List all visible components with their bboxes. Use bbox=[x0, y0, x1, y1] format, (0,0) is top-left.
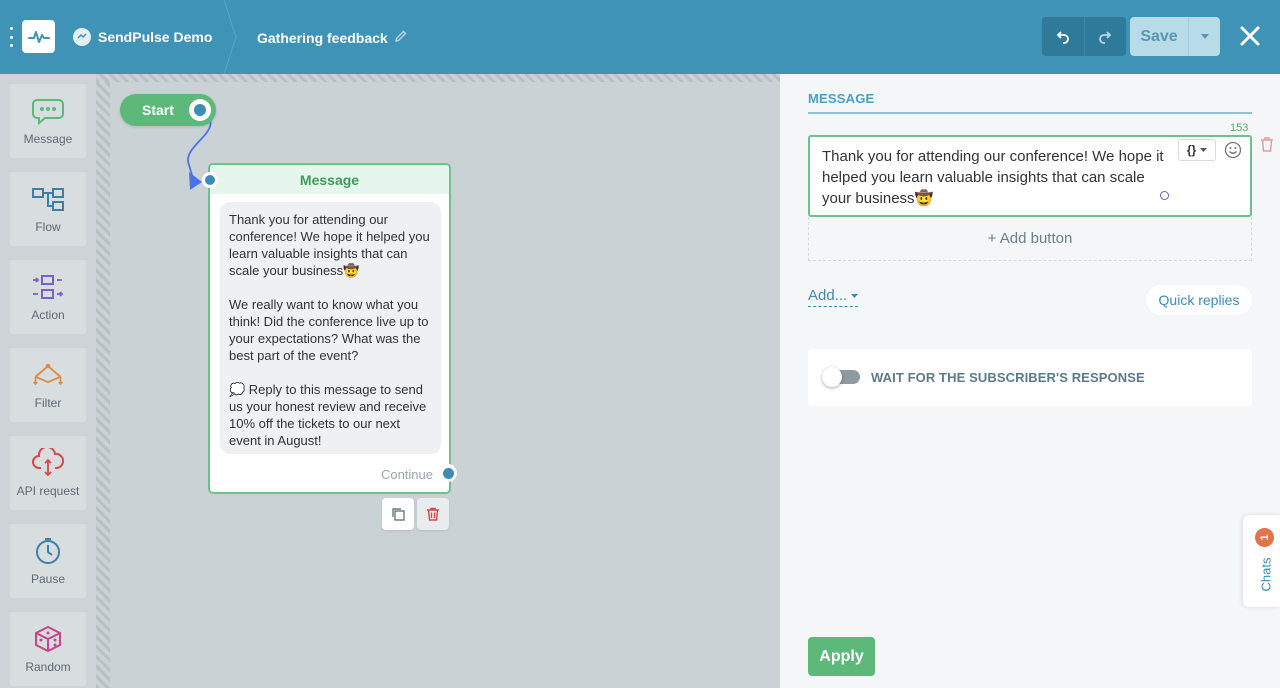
chats-label: Chats bbox=[1258, 557, 1274, 592]
variables-button[interactable]: {} bbox=[1178, 139, 1216, 161]
tool-filter[interactable]: Filter bbox=[10, 348, 86, 422]
redo-icon bbox=[1099, 30, 1112, 44]
chats-tab[interactable]: 1 Chats bbox=[1243, 515, 1280, 607]
flow-name[interactable]: Gathering feedback bbox=[257, 30, 388, 46]
message-bubble: Thank you for attending our conference! … bbox=[220, 202, 441, 454]
redo-button[interactable] bbox=[1083, 17, 1127, 56]
message-output-port[interactable] bbox=[439, 464, 457, 482]
message-input-port[interactable] bbox=[202, 172, 218, 188]
undo-icon bbox=[1056, 30, 1069, 44]
tool-pause[interactable]: Pause bbox=[10, 524, 86, 598]
message-node-title: Message bbox=[210, 165, 449, 194]
continue-label: Continue bbox=[380, 467, 433, 482]
breadcrumb-separator bbox=[223, 0, 237, 74]
tool-label: Message bbox=[23, 132, 73, 146]
more-menu-icon[interactable] bbox=[8, 27, 14, 47]
undo-button[interactable] bbox=[1042, 17, 1084, 56]
chevron-down-icon bbox=[1200, 34, 1209, 39]
tool-message[interactable]: Message bbox=[10, 84, 86, 158]
message-paragraph: Thank you for attending our conference! … bbox=[229, 212, 430, 278]
tool-random[interactable]: Random bbox=[10, 612, 86, 686]
tool-api-request[interactable]: API request bbox=[10, 436, 86, 510]
delete-node-button[interactable] bbox=[417, 498, 449, 530]
message-node[interactable]: Message Thank you for attending our conf… bbox=[208, 163, 451, 494]
canvas-border bbox=[96, 74, 110, 688]
quick-replies-button[interactable]: Quick replies bbox=[1146, 285, 1252, 315]
delete-message-icon[interactable] bbox=[1260, 136, 1274, 152]
variables-icon: {} bbox=[1186, 143, 1197, 157]
tool-label: Filter bbox=[34, 396, 62, 410]
panel-divider bbox=[808, 112, 1252, 114]
random-icon bbox=[31, 624, 65, 654]
trash-icon bbox=[427, 507, 439, 521]
close-icon[interactable] bbox=[1238, 24, 1262, 48]
history-controls bbox=[1042, 17, 1126, 56]
save-button[interactable]: Save bbox=[1130, 17, 1189, 56]
add-dropdown[interactable]: Add... bbox=[808, 287, 859, 307]
save-dropdown-button[interactable] bbox=[1189, 17, 1220, 56]
pencil-icon[interactable] bbox=[394, 29, 408, 43]
chats-badge: 1 bbox=[1255, 528, 1274, 547]
bot-name[interactable]: SendPulse Demo bbox=[98, 29, 212, 45]
tool-label: API request bbox=[16, 484, 80, 498]
add-button[interactable]: + Add button bbox=[808, 217, 1252, 261]
add-dropdown-label: Add... bbox=[808, 287, 848, 304]
tool-label: Action bbox=[31, 308, 65, 322]
flow-icon bbox=[31, 184, 65, 214]
message-paragraph: 💭 Reply to this message to send us your … bbox=[229, 382, 427, 448]
block-toolbar: Message Flow Action Filter API request P… bbox=[0, 74, 96, 688]
start-output-port[interactable] bbox=[189, 99, 211, 121]
message-icon bbox=[31, 96, 65, 126]
api-request-icon bbox=[31, 448, 65, 478]
filter-icon bbox=[31, 360, 65, 390]
node-actions bbox=[382, 498, 449, 530]
chevron-down-icon bbox=[851, 293, 859, 298]
message-paragraph: We really want to know what you think! D… bbox=[229, 297, 429, 363]
message-text[interactable]: Thank you for attending our conference! … bbox=[822, 146, 1167, 209]
tool-flow[interactable]: Flow bbox=[10, 172, 86, 246]
duplicate-button[interactable] bbox=[382, 498, 414, 530]
wait-response-toggle[interactable] bbox=[822, 367, 860, 387]
tool-label: Pause bbox=[30, 572, 66, 586]
panel-title: MESSAGE bbox=[808, 91, 875, 106]
char-counter: 153 bbox=[1230, 122, 1249, 134]
chevron-down-icon bbox=[1200, 148, 1208, 152]
apply-button[interactable]: Apply bbox=[808, 637, 875, 676]
messenger-icon bbox=[73, 28, 91, 46]
tool-label: Flow bbox=[35, 220, 61, 234]
message-settings-panel: MESSAGE 153 Thank you for attending our … bbox=[780, 74, 1280, 688]
copy-icon bbox=[392, 508, 405, 521]
wait-response-label: WAIT FOR THE SUBSCRIBER'S RESPONSE bbox=[871, 370, 1145, 385]
cursor-marker bbox=[1160, 191, 1169, 200]
pause-icon bbox=[31, 536, 65, 566]
top-header: SendPulse Demo Gathering feedback Save bbox=[0, 0, 1280, 74]
canvas-border bbox=[96, 74, 780, 82]
emoji-icon[interactable] bbox=[1224, 141, 1242, 159]
wait-response-box: WAIT FOR THE SUBSCRIBER'S RESPONSE bbox=[808, 349, 1252, 406]
save-group: Save bbox=[1130, 17, 1220, 56]
sendpulse-logo[interactable] bbox=[22, 20, 55, 53]
tool-label: Random bbox=[25, 660, 71, 674]
tool-action[interactable]: Action bbox=[10, 260, 86, 334]
action-icon bbox=[31, 272, 65, 302]
